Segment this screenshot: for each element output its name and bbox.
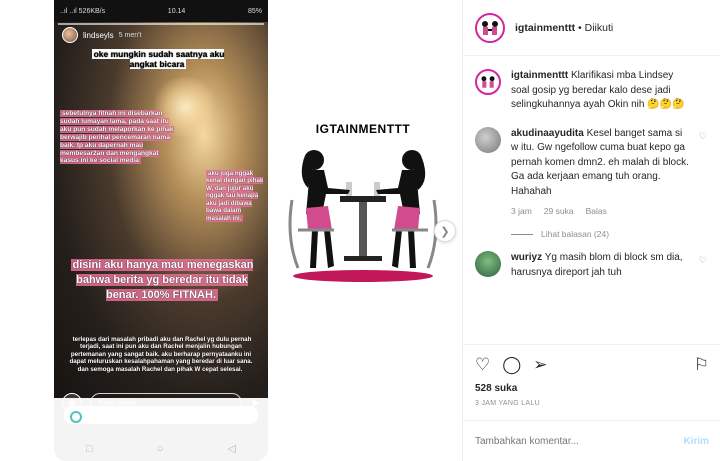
- igtainment-avatar-icon: [481, 76, 495, 88]
- story-caption-1: oke mungkin sudah saatnya aku angkat bic…: [91, 49, 225, 70]
- phone-screenshot: ..ıl ..ıl 526KB/s 10.14 85% lindseyls 5 …: [54, 0, 268, 461]
- view-replies-label[interactable]: Lihat balasan (24): [541, 229, 609, 239]
- account-avatar[interactable]: [475, 12, 505, 43]
- posted-time: 3 JAM YANG LALU: [475, 400, 540, 407]
- keyboard-suggestion-strip: [64, 406, 258, 424]
- comment-heart-icon[interactable]: ♡: [699, 255, 707, 266]
- post-header: igtainmenttt • Diikuti: [463, 0, 720, 56]
- story-caption-4: disini aku hanya mau menegaskan bahwa be…: [70, 259, 254, 301]
- comment-heart-icon[interactable]: ♡: [699, 131, 707, 142]
- status-battery: 85%: [247, 7, 262, 15]
- comment-item: wuriyz Yg masih blom di block sm dia, ha…: [475, 251, 709, 280]
- story-avatar: [62, 27, 78, 43]
- nav-square-icon[interactable]: □: [86, 443, 93, 455]
- view-replies[interactable]: Lihat balasan (24): [511, 229, 709, 239]
- post-sidebar: igtainmenttt • Diikuti igtainmenttt Klar…: [462, 0, 720, 461]
- comment-username[interactable]: igtainmenttt: [511, 70, 568, 81]
- comment-body: wuriyz Yg masih blom di block sm dia, ha…: [511, 251, 691, 280]
- bookmark-icon[interactable]: ⚐: [694, 355, 709, 375]
- post-comment-button[interactable]: Kirim: [683, 436, 709, 447]
- action-row: ♡ ◯ ➢ ⚐: [475, 355, 709, 375]
- story-progress-bar: [58, 23, 264, 25]
- like-heart-icon[interactable]: ♡: [475, 355, 490, 375]
- comment-likes[interactable]: 29 suka: [544, 205, 574, 217]
- story-caption-2: sebetulnya fitnah ini disebarkan sudah l…: [60, 110, 174, 165]
- story-username: lindseyls: [83, 30, 114, 40]
- status-time: 10.14: [167, 7, 186, 15]
- nav-circle-icon[interactable]: ○: [157, 443, 164, 455]
- android-nav-bar: □ ○ ◁: [54, 436, 268, 461]
- story-content: lindseyls 5 men't oke mungkin sudah saat…: [54, 22, 268, 413]
- share-icon[interactable]: ➢: [533, 355, 547, 375]
- caption-avatar[interactable]: [475, 69, 501, 95]
- caption-comment: igtainmenttt Klarifikasi mba Lindsey soa…: [475, 69, 709, 113]
- comment-input[interactable]: [475, 435, 684, 447]
- igtainment-logo: IGTAINMENTTT: [278, 118, 448, 288]
- nav-back-icon[interactable]: ◁: [227, 442, 235, 455]
- post-actions: ♡ ◯ ➢ ⚐ 528 suka 3 JAM YANG LALU: [463, 344, 720, 407]
- likes-count[interactable]: 528 suka: [475, 383, 709, 394]
- comment-username[interactable]: wuriyz: [511, 252, 542, 263]
- reply-button[interactable]: Balas: [586, 205, 607, 217]
- comment-bubble-icon[interactable]: ◯: [502, 355, 521, 375]
- status-signal: ..ıl ..ıl 526KB/s: [60, 7, 106, 15]
- story-time: 5 men't: [118, 31, 142, 39]
- story-caption-5: terlepas dari masalah pribadi aku dan Ra…: [69, 336, 253, 373]
- next-slide-button[interactable]: ❯: [434, 220, 456, 242]
- comment-username[interactable]: akudinaayudita: [511, 128, 584, 139]
- replies-line: [511, 233, 533, 235]
- story-caption-3: aku juga nggak kenal dengan pihak W, dan…: [206, 170, 264, 222]
- gossip-women-illustration: [288, 150, 438, 282]
- add-comment-bar: Kirim: [463, 420, 720, 461]
- phone-status-bar: ..ıl ..ıl 526KB/s 10.14 85%: [54, 0, 268, 22]
- caption-body: igtainmenttt Klarifikasi mba Lindsey soa…: [511, 69, 691, 113]
- comment-meta: 3 jam 29 suka Balas: [511, 205, 691, 217]
- post-media: ..ıl ..ıl 526KB/s 10.14 85% lindseyls 5 …: [0, 0, 462, 461]
- header-text: igtainmenttt • Diikuti: [515, 22, 613, 34]
- logo-title: IGTAINMENTTT: [315, 122, 411, 136]
- header-separator: •: [578, 21, 582, 34]
- comment-avatar[interactable]: [475, 251, 501, 278]
- comment-avatar[interactable]: [475, 126, 501, 153]
- instagram-post-view: ..ıl ..ıl 526KB/s 10.14 85% lindseyls 5 …: [0, 0, 720, 461]
- comment-item: akudinaayudita Kesel banget sama si w it…: [475, 126, 709, 218]
- header-username[interactable]: igtainmenttt: [515, 22, 575, 34]
- comments-list: igtainmenttt Klarifikasi mba Lindsey soa…: [463, 57, 720, 344]
- story-user: lindseyls 5 men't: [62, 27, 141, 43]
- igtainment-avatar-icon: [482, 20, 498, 35]
- following-status[interactable]: Diikuti: [585, 22, 614, 34]
- comment-body: akudinaayudita Kesel banget sama si w it…: [511, 127, 691, 218]
- comment-time: 3 jam: [511, 206, 532, 216]
